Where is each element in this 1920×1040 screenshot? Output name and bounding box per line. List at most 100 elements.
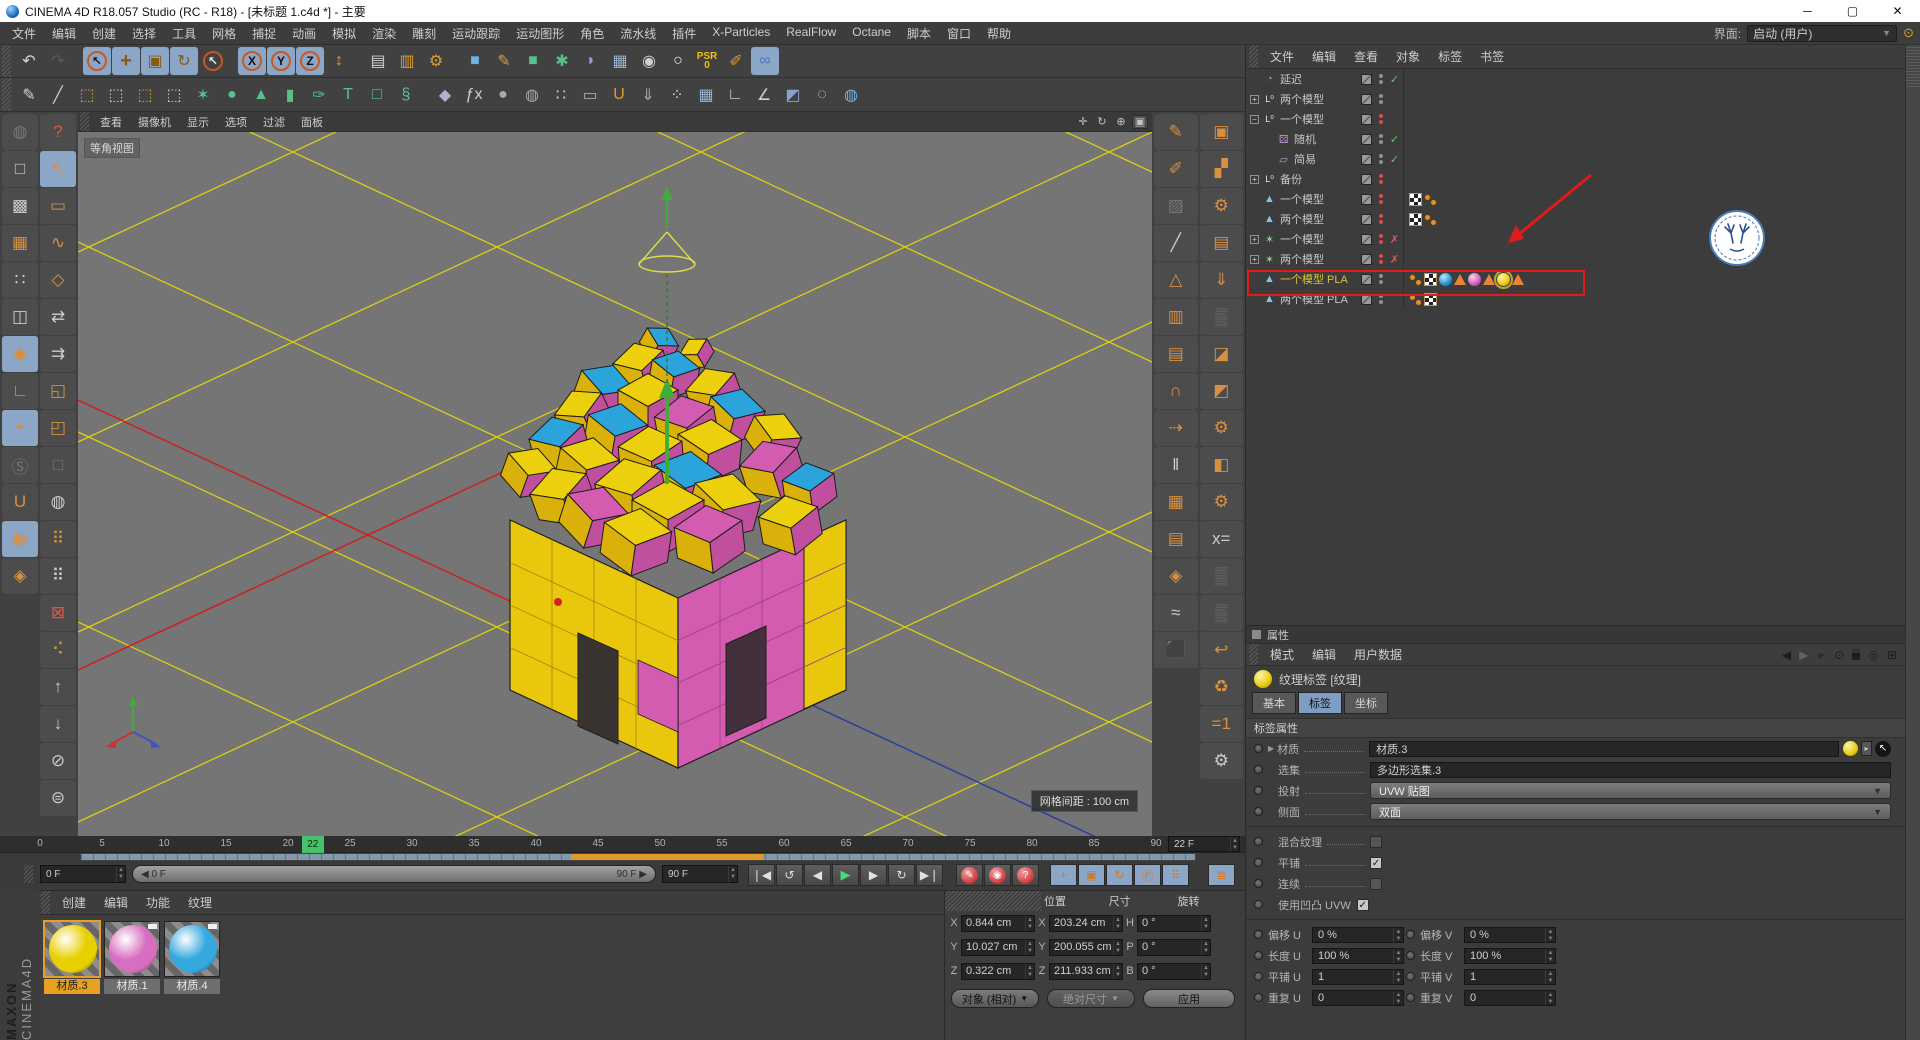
subdivision-surface-icon[interactable]: ■ [519,47,547,75]
panel-handle[interactable] [1249,644,1258,665]
panel-handle[interactable] [41,891,50,914]
sphere-primitive-icon[interactable]: ● [218,81,246,109]
menu-X-Particles[interactable]: X-Particles [704,22,778,45]
layer-chip[interactable] [1361,214,1372,225]
visibility-dots[interactable] [1375,94,1386,104]
enabled-check-icon[interactable]: ✓ [1386,153,1403,166]
timeline-ruler[interactable]: 22 22 F▲▼ 051015202530354045505560657075… [0,836,1245,853]
material-menu-功能[interactable]: 功能 [137,891,179,914]
enabled-check-icon[interactable]: ✓ [1386,133,1403,146]
subdivide-c-icon[interactable]: ◧ [1200,447,1244,483]
search-icon[interactable]: ⊙ [1903,25,1914,41]
tab-标签[interactable]: 标签 [1298,692,1342,714]
side-dropdown[interactable]: 双面▼ [1370,803,1891,820]
coord-field-Z-pos[interactable]: 0.322 cm▲▼ [961,963,1035,980]
disabled-cube-icon[interactable]: □ [40,447,76,483]
new-panel-icon[interactable]: ⊞ [1887,648,1897,662]
attr-menu-编辑[interactable]: 编辑 [1303,643,1345,666]
object-row[interactable]: +✶两个模型✗ [1246,249,1905,269]
point-selection-tag-icon[interactable] [1424,193,1437,206]
stitch-icon[interactable]: ‖ [1154,447,1198,483]
playhead[interactable]: 22 [302,836,324,853]
axis-scale-icon[interactable]: =1 [1200,706,1244,742]
add-point-icon[interactable]: ✎ [1154,114,1198,150]
polygon-selection-tag-icon[interactable] [1512,274,1524,285]
camera-icon[interactable]: ◉ [635,47,663,75]
menu-模拟[interactable]: 模拟 [324,22,364,45]
tab-基本[interactable]: 基本 [1252,692,1296,714]
toolbar-handle[interactable] [2,78,11,111]
paint-bucket-icon[interactable]: ◆ [431,81,459,109]
bridge-icon[interactable]: ∩ [1154,373,1198,409]
uvw-field[interactable]: 0▲▼ [1312,990,1404,1006]
visibility-dots[interactable] [1375,134,1386,144]
last-tool-icon[interactable]: ↖ [199,47,227,75]
split-icon[interactable]: ▣ [1200,114,1244,150]
point-selection-tag-icon[interactable] [1409,293,1422,306]
restore-selection-icon[interactable]: ◰ [40,410,76,446]
uvw-field[interactable]: 1▲▼ [1464,969,1556,985]
layer-chip[interactable] [1361,114,1372,125]
om-menu-编辑[interactable]: 编辑 [1303,45,1345,68]
coord-field-Y-size[interactable]: 200.055 cm▲▼ [1049,939,1123,956]
picker-icon[interactable]: ↖ [1875,741,1891,757]
cone-primitive-icon[interactable]: ▲ [247,81,275,109]
apply-button[interactable]: 应用 [1143,989,1235,1008]
attr-menu-用户数据[interactable]: 用户数据 [1345,643,1411,666]
knife-tool-icon[interactable]: ╱ [44,81,72,109]
selection-field[interactable]: 多边形选集.3 [1370,762,1891,778]
maximize-button[interactable]: ▢ [1830,0,1875,22]
matrix-extrude-icon[interactable]: ⇓ [1200,262,1244,298]
select-connected-icon[interactable]: ⠪ [40,632,76,668]
object-row[interactable]: +L⁰两个模型 [1246,89,1905,109]
history-back-icon[interactable]: ◀ [1782,648,1791,662]
menu-动画[interactable]: 动画 [284,22,324,45]
object-row[interactable]: ▲一个模型 [1246,189,1905,209]
selection-set-c-icon[interactable]: ⬚ [131,81,159,109]
visibility-dots[interactable] [1375,294,1386,304]
expand-icon[interactable]: + [1250,235,1259,244]
timeline-track[interactable] [80,853,1196,861]
autokey-button[interactable]: ◉ [984,864,1011,886]
material-tag-magenta-icon[interactable] [1468,273,1481,286]
viewport-menu-选项[interactable]: 选项 [217,112,255,132]
pick-object-icon[interactable]: ➢ [1814,646,1828,663]
lasso-selection-icon[interactable]: ∿ [40,225,76,261]
viewport-menu-查看[interactable]: 查看 [92,112,130,132]
visibility-dots[interactable] [1375,214,1386,224]
polygons-mode-icon[interactable]: ◆ [2,336,38,372]
polygon-selection-icon[interactable]: ◇ [40,262,76,298]
menu-插件[interactable]: 插件 [664,22,704,45]
expand-icon[interactable]: + [1250,175,1259,184]
points-grid-icon[interactable]: ∷ [547,81,575,109]
coord-field-P-rot[interactable]: 0 °▲▼ [1137,939,1211,956]
measure-icon[interactable]: ∠ [750,81,778,109]
panel-handle[interactable] [1249,45,1258,68]
undo-icon[interactable]: ↶ [15,47,43,75]
menu-流水线[interactable]: 流水线 [612,22,664,45]
viewport-menu-handle[interactable] [80,112,89,131]
disconnect-icon[interactable]: ▞ [1200,151,1244,187]
triangulate-icon[interactable]: △ [1154,262,1198,298]
menu-选择[interactable]: 选择 [124,22,164,45]
disabled-c-icon[interactable]: ▒ [1200,595,1244,631]
rotate-icon[interactable]: ↻ [170,47,198,75]
array-tool-icon[interactable]: ⁘ [663,81,691,109]
brush-tool-icon[interactable]: ✎ [15,81,43,109]
param-circle[interactable] [1254,837,1263,846]
subdivide-all-icon[interactable]: ⬛ [1154,632,1198,668]
object-row[interactable]: +L⁰备份 [1246,169,1905,189]
sculpt-pen-icon[interactable]: ✐ [1154,151,1198,187]
axis-mode-icon[interactable]: ∟ [2,373,38,409]
menu-运动图形[interactable]: 运动图形 [508,22,572,45]
weld-grid-icon[interactable]: ▦ [1154,484,1198,520]
attr-menu-模式[interactable]: 模式 [1261,643,1303,666]
coord-field-X-size[interactable]: 203.24 cm▲▼ [1049,915,1123,932]
end-frame-field[interactable]: 90 F▲▼ [662,865,738,883]
cylinder-primitive-icon[interactable]: ▮ [276,81,304,109]
selection-set-b-icon[interactable]: ⬚ [102,81,130,109]
viewport-pan-icon[interactable]: ✛ [1075,115,1091,129]
subdivide-gear-b-icon[interactable]: ⚙ [1200,484,1244,520]
subdivide-gear-a-icon[interactable]: ⚙ [1200,410,1244,446]
selection-set-d-icon[interactable]: ⬚ [160,81,188,109]
